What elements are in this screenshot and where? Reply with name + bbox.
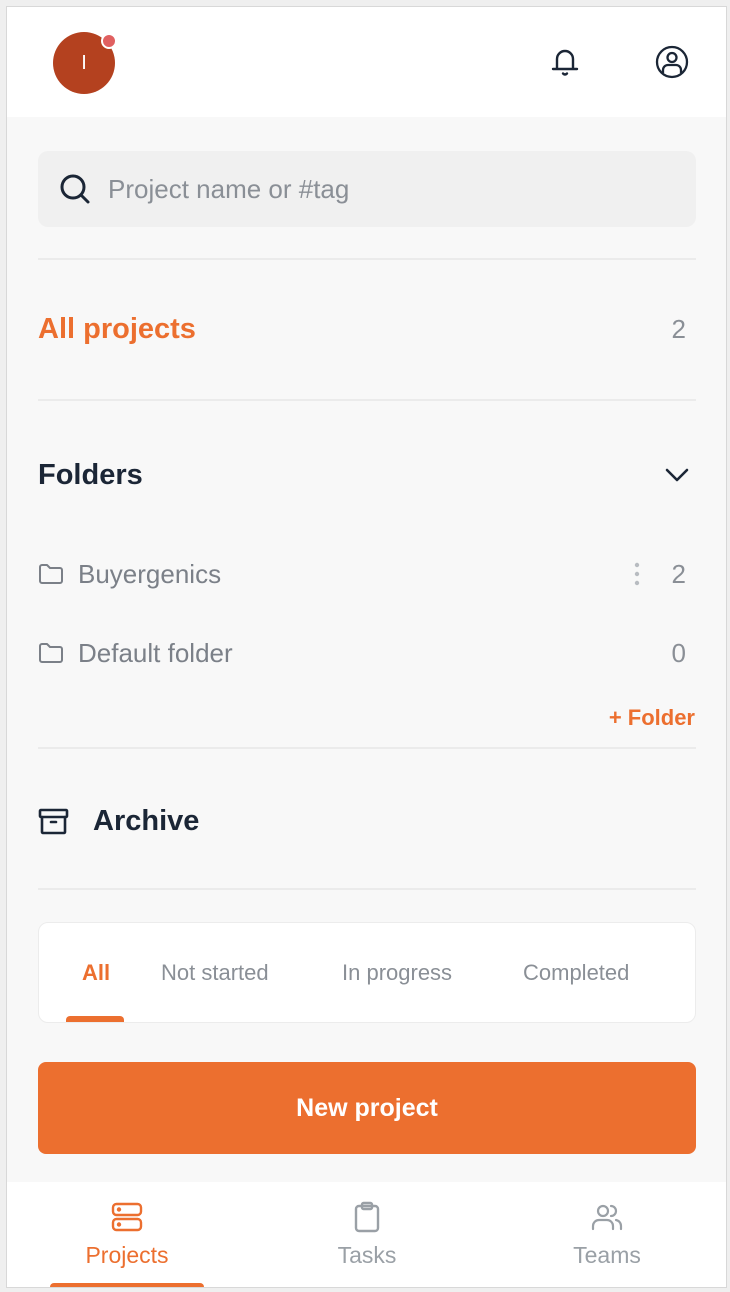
divider xyxy=(38,258,696,260)
folder-name: Buyergenics xyxy=(78,558,222,589)
profile-button[interactable] xyxy=(655,45,689,79)
tab-all[interactable]: All xyxy=(82,923,110,1022)
status-tabs: All Not started In progress Completed xyxy=(38,922,696,1023)
users-icon xyxy=(591,1204,623,1231)
nav-label: Projects xyxy=(85,1242,169,1268)
nav-teams[interactable]: Teams xyxy=(487,1182,726,1287)
clipboard-icon xyxy=(354,1201,380,1233)
folder-count: 0 xyxy=(671,637,686,668)
server-icon xyxy=(111,1202,143,1232)
all-projects-count: 2 xyxy=(671,313,686,344)
search-bar[interactable] xyxy=(38,151,696,227)
chevron-down-icon[interactable] xyxy=(664,467,690,483)
folder-icon xyxy=(39,643,63,663)
divider xyxy=(38,888,696,890)
notifications-button[interactable] xyxy=(548,45,582,79)
add-folder-button[interactable]: + Folder xyxy=(609,705,695,731)
tab-label: All xyxy=(82,959,111,985)
avatar-initial: I xyxy=(81,51,87,74)
archive-item[interactable]: Archive xyxy=(38,799,199,843)
folder-icon xyxy=(39,564,63,584)
search-icon xyxy=(60,174,90,204)
notification-dot xyxy=(101,33,117,49)
more-vertical-icon[interactable] xyxy=(634,562,640,586)
all-projects-item[interactable]: All projects 2 xyxy=(38,307,696,351)
folders-label: Folders xyxy=(38,458,143,491)
avatar[interactable]: I xyxy=(53,32,117,94)
search-input[interactable] xyxy=(108,173,696,205)
new-project-button[interactable]: New project xyxy=(38,1062,696,1154)
nav-tasks[interactable]: Tasks xyxy=(247,1182,487,1287)
divider xyxy=(38,399,696,401)
bell-icon xyxy=(551,49,579,76)
tab-not-started[interactable]: Not started xyxy=(161,923,269,1022)
folder-count: 2 xyxy=(671,558,686,589)
tab-label: Not started xyxy=(161,959,269,985)
nav-projects[interactable]: Projects xyxy=(7,1182,247,1287)
bottom-nav: Projects Tasks Teams xyxy=(7,1182,726,1287)
active-nav-indicator xyxy=(50,1283,204,1287)
tab-in-progress[interactable]: In progress xyxy=(342,923,452,1022)
tab-label: In progress xyxy=(342,959,453,985)
active-tab-indicator xyxy=(66,1016,124,1022)
top-header: I xyxy=(7,7,726,117)
nav-label: Tasks xyxy=(337,1242,397,1268)
archive-label: Archive xyxy=(93,804,200,837)
all-projects-label: All projects xyxy=(38,312,196,345)
tab-completed[interactable]: Completed xyxy=(523,923,629,1022)
folder-item-buyergenics[interactable]: Buyergenics 2 xyxy=(38,552,696,596)
folder-item-default[interactable]: Default folder 0 xyxy=(38,631,696,675)
app-frame: I All projects 2 xyxy=(6,6,727,1288)
user-circle-icon xyxy=(655,45,689,79)
divider xyxy=(38,747,696,749)
nav-label: Teams xyxy=(573,1242,641,1268)
folder-name: Default folder xyxy=(78,637,233,668)
folders-header[interactable]: Folders xyxy=(38,453,696,497)
tab-label: Completed xyxy=(523,959,630,985)
archive-box-icon xyxy=(38,808,69,834)
